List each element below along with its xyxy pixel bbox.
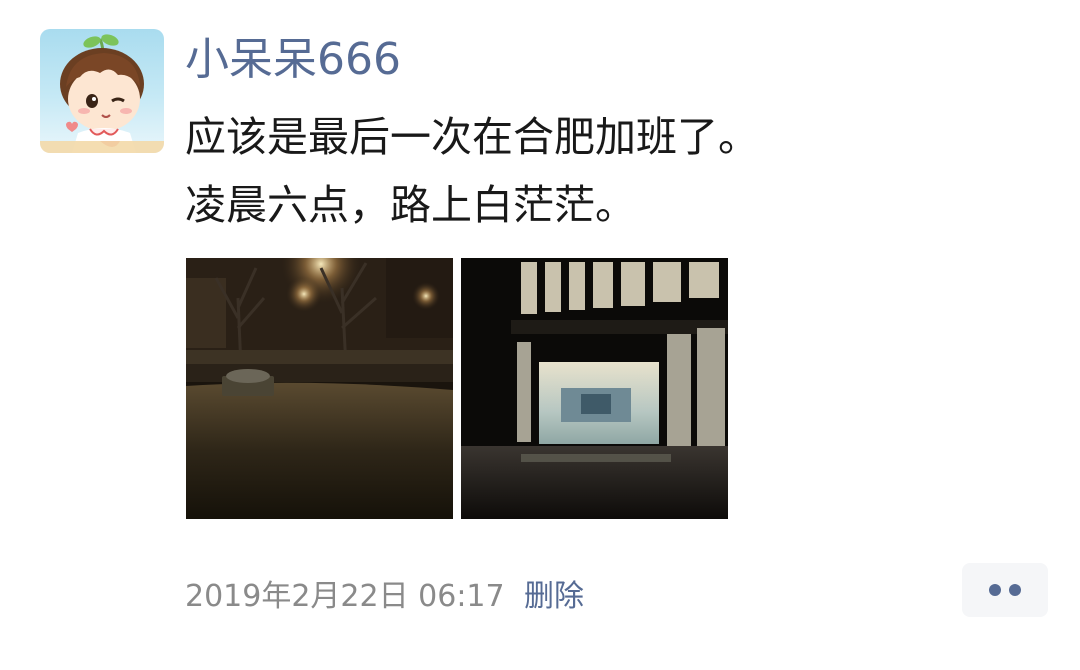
post-text: 应该是最后一次在合肥加班了。 凌晨六点，路上白茫茫。 (185, 103, 1045, 239)
avatar[interactable] (40, 29, 164, 153)
night-snowy-street-photo-icon (186, 258, 453, 519)
username[interactable]: 小呆呆666 (185, 33, 401, 87)
more-dots-icon (1009, 584, 1021, 596)
photo-thumbnail-2[interactable] (461, 258, 728, 519)
more-options-button[interactable] (962, 563, 1048, 617)
cartoon-boy-avatar-icon (40, 34, 164, 153)
moment-post: 小呆呆666 应该是最后一次在合肥加班了。 凌晨六点，路上白茫茫。 2019年2… (0, 0, 1080, 670)
post-timestamp: 2019年2月22日 06:17 (185, 579, 505, 614)
delete-button[interactable]: 删除 (524, 575, 584, 619)
post-text-line: 凌晨六点，路上白茫茫。 (185, 181, 636, 229)
photo-thumbnail-1[interactable] (186, 258, 453, 519)
post-text-line: 应该是最后一次在合肥加班了。 (185, 113, 759, 161)
more-dots-icon (989, 584, 1001, 596)
lit-building-lobby-photo-icon (461, 258, 728, 519)
